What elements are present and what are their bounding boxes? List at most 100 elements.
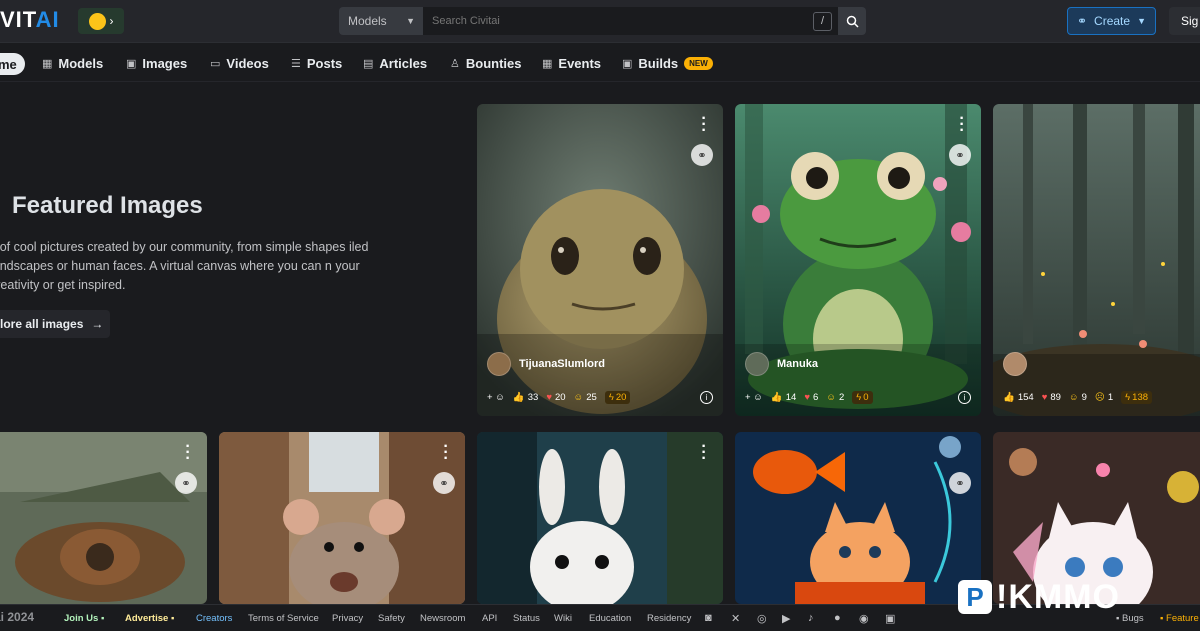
footer-link-privacy[interactable]: Privacy	[332, 613, 363, 624]
github-icon[interactable]: ◉	[859, 612, 869, 625]
tab-home[interactable]: me	[0, 53, 25, 75]
link-icon[interactable]: ⚭	[433, 472, 455, 494]
sign-in-button[interactable]: Sig	[1169, 7, 1200, 35]
heart-reaction[interactable]: ♥ 20	[546, 392, 565, 403]
heart-reaction[interactable]: ♥ 89	[1042, 392, 1061, 403]
buzz-tip[interactable]: ϟ 20	[604, 391, 631, 404]
link-icon[interactable]: ⚭	[949, 472, 971, 494]
footer-link-api[interactable]: API	[482, 613, 497, 624]
new-badge: NEW	[684, 56, 713, 70]
laugh-icon: ☺	[1068, 392, 1079, 403]
card-image	[735, 432, 981, 604]
tab-posts[interactable]: ☰ Posts	[291, 52, 342, 74]
calendar-icon: ▦	[542, 57, 553, 70]
card-image	[477, 432, 723, 604]
page-title: Featured Images	[12, 192, 203, 219]
bolt-icon: ϟ	[856, 392, 862, 403]
footer-link-safety[interactable]: Safety	[378, 613, 405, 624]
info-icon[interactable]: i	[700, 391, 713, 404]
footer-link-newsroom[interactable]: Newsroom	[420, 613, 465, 624]
laugh-reaction[interactable]: ☺ 2	[826, 392, 844, 403]
footer-link-wiki[interactable]: Wiki	[554, 613, 572, 624]
like-reaction[interactable]: 👍 14	[771, 392, 796, 403]
image-card-2[interactable]: · · · ⚭ Manuka + ☺ 👍 14 ♥ 6 ☺ 2 ϟ0 i	[735, 104, 981, 416]
image-card-4[interactable]: · · · ⚭	[0, 432, 207, 604]
image-card-7[interactable]: ⚭	[735, 432, 981, 604]
search-shortcut-key: /	[813, 12, 832, 31]
bounty-icon: ♙	[450, 57, 460, 70]
youtube-icon[interactable]: ▶	[782, 612, 790, 625]
card-menu-icon[interactable]: · · ·	[959, 111, 965, 139]
footer-link-terms[interactable]: Terms of Service	[248, 613, 319, 624]
buzz-tip[interactable]: ϟ 138	[1121, 391, 1153, 404]
search-button[interactable]	[838, 7, 866, 35]
laugh-reaction[interactable]: ☺ 9	[1069, 392, 1087, 403]
card-author[interactable]: Manuka	[745, 352, 818, 376]
laugh-reaction[interactable]: ☺ 25	[574, 392, 597, 403]
tiktok-icon[interactable]: ♪	[808, 612, 814, 624]
heart-reaction[interactable]: ♥ 6	[804, 392, 818, 403]
tab-builds[interactable]: ▣ Builds NEW	[622, 52, 713, 74]
image-card-6[interactable]: · · ·	[477, 432, 723, 604]
image-card-3[interactable]: 👍 154 ♥ 89 ☺ 9 ☹ 1 ϟ 138	[993, 104, 1200, 416]
grid-icon: ▦	[42, 57, 53, 70]
thumbs-up-icon: 👍	[1003, 392, 1015, 403]
footer-join-link[interactable]: Join Us ▪	[64, 613, 104, 624]
search-input[interactable]	[423, 7, 838, 35]
x-icon[interactable]: ✕	[731, 612, 740, 625]
buzz-tip[interactable]: ϟ0	[852, 391, 873, 404]
link-icon[interactable]: ⚭	[949, 144, 971, 166]
explore-images-button[interactable]: lore all images →	[0, 310, 110, 338]
create-button[interactable]: ⚭ Create ▼	[1067, 7, 1156, 35]
link-icon[interactable]: ⚭	[175, 472, 197, 494]
civitai-logo[interactable]: VITAI	[0, 7, 60, 33]
add-reaction-icon[interactable]: + ☺	[487, 392, 505, 403]
tab-bounties[interactable]: ♙ Bounties	[450, 52, 522, 74]
tab-events[interactable]: ▦ Events	[542, 52, 601, 74]
add-reaction-icon[interactable]: + ☺	[745, 392, 763, 403]
main-nav: me ▦ Models ▣ Images ▭ Videos ☰ Posts ▤ Artic…	[0, 43, 1200, 82]
info-icon[interactable]: i	[958, 391, 971, 404]
card-author[interactable]	[1003, 352, 1027, 376]
card-reactions: + ☺ 👍 14 ♥ 6 ☺ 2 ϟ0 i	[745, 391, 971, 404]
instagram-icon[interactable]: ◎	[757, 612, 767, 625]
card-menu-icon[interactable]: · · ·	[701, 439, 707, 467]
like-reaction[interactable]: 👍 154	[1003, 392, 1034, 403]
tab-articles[interactable]: ▤ Articles	[363, 52, 427, 74]
image-card-5[interactable]: · · · ⚭	[219, 432, 465, 604]
emoji-status-button[interactable]: ›	[78, 8, 124, 34]
pikmmo-watermark: P !KMMO	[958, 578, 1120, 616]
image-card-1[interactable]: · · · ⚭ TijuanaSlumlord + ☺ 👍 33 ♥ 20 ☺ 25 ϟ2…	[477, 104, 723, 416]
card-menu-icon[interactable]: · · ·	[443, 439, 449, 467]
laugh-icon: ☺	[573, 392, 584, 403]
top-bar: VITAI › Models▼ / ⚭ Create ▼ Sig	[0, 0, 1200, 43]
like-reaction[interactable]: 👍 33	[513, 392, 538, 403]
card-menu-icon[interactable]: · · ·	[185, 439, 191, 467]
footer-advertise-link[interactable]: Advertise ▪	[125, 613, 174, 624]
card-menu-icon[interactable]: · · ·	[701, 111, 707, 139]
kiss-emoji-icon	[88, 12, 106, 30]
twitch-icon[interactable]: ▣	[885, 612, 895, 625]
search-type-select[interactable]: Models ▼	[339, 7, 423, 35]
tab-images[interactable]: ▣ Images	[126, 52, 187, 74]
tab-models[interactable]: ▦ Models	[42, 52, 103, 74]
avatar	[1003, 352, 1027, 376]
link-icon: ⚭	[1076, 14, 1088, 28]
footer-link-status[interactable]: Status	[513, 613, 540, 624]
link-icon[interactable]: ⚭	[691, 144, 713, 166]
join-icon: ▪	[100, 613, 105, 624]
footer-creators-link[interactable]: Creators	[196, 613, 232, 624]
cry-reaction[interactable]: ☹ 1	[1095, 392, 1113, 403]
tab-videos[interactable]: ▭ Videos	[210, 52, 269, 74]
footer-link-education[interactable]: Education	[589, 613, 631, 624]
chevron-down-icon: ▼	[1137, 16, 1146, 26]
arrow-right-icon: →	[91, 317, 104, 331]
cry-icon: ☹	[1094, 392, 1105, 403]
discord-icon[interactable]: ◙	[705, 612, 712, 624]
card-author[interactable]: TijuanaSlumlord	[487, 352, 605, 376]
footer-feature-link[interactable]: ▪ Feature	[1160, 613, 1199, 624]
footer-bugs-link[interactable]: ▪ Bugs	[1116, 613, 1144, 624]
reddit-icon[interactable]: ●	[834, 612, 841, 624]
bolt-icon: ϟ	[608, 392, 614, 403]
footer-link-residency[interactable]: Residency	[647, 613, 691, 624]
